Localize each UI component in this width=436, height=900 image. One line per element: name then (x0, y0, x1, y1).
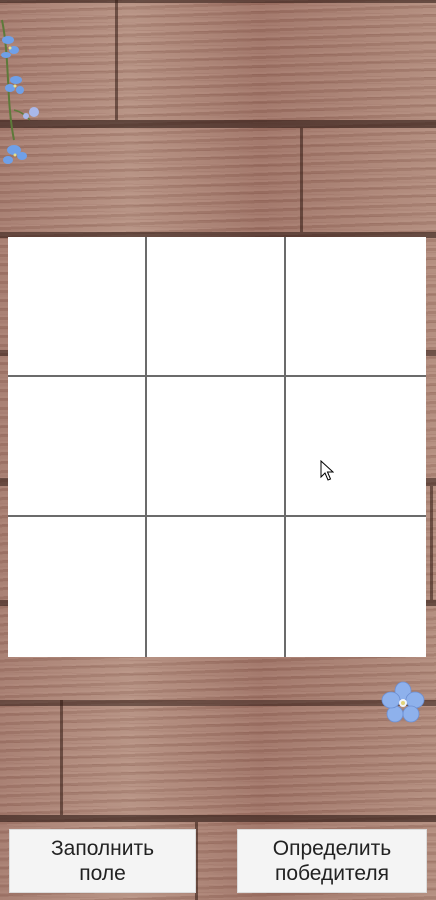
fill-field-label-line1: Заполнить (50, 837, 155, 860)
fill-field-button-label: Заполнить поле (51, 836, 154, 886)
tic-tac-toe-board (8, 237, 426, 657)
board-cell-2-3[interactable] (286, 377, 426, 517)
fill-field-label-line2: поле (79, 862, 126, 885)
plank-seam (60, 700, 63, 815)
fill-field-button[interactable]: Заполнить поле (9, 829, 196, 893)
flower-decoration-icon (381, 681, 425, 723)
plank-seam (430, 486, 433, 600)
board-cell-3-2[interactable] (147, 517, 286, 657)
board-cell-3-1[interactable] (8, 517, 147, 657)
board-cell-1-2[interactable] (147, 237, 286, 377)
determine-winner-label-line2: победителя (274, 862, 390, 885)
plank-seam (115, 0, 118, 120)
board-cell-3-3[interactable] (286, 517, 426, 657)
mouse-pointer-icon (320, 460, 334, 481)
determine-winner-button[interactable]: Определить победителя (237, 829, 427, 893)
board-cell-1-1[interactable] (8, 237, 147, 377)
determine-winner-label-line1: Определить (272, 837, 392, 860)
flower-decoration-icon (1, 19, 39, 164)
plank-seam (300, 128, 303, 232)
board-cell-2-1[interactable] (8, 377, 147, 517)
board-cell-1-3[interactable] (286, 237, 426, 377)
board-cell-2-2[interactable] (147, 377, 286, 517)
determine-winner-button-label: Определить победителя (273, 836, 391, 886)
